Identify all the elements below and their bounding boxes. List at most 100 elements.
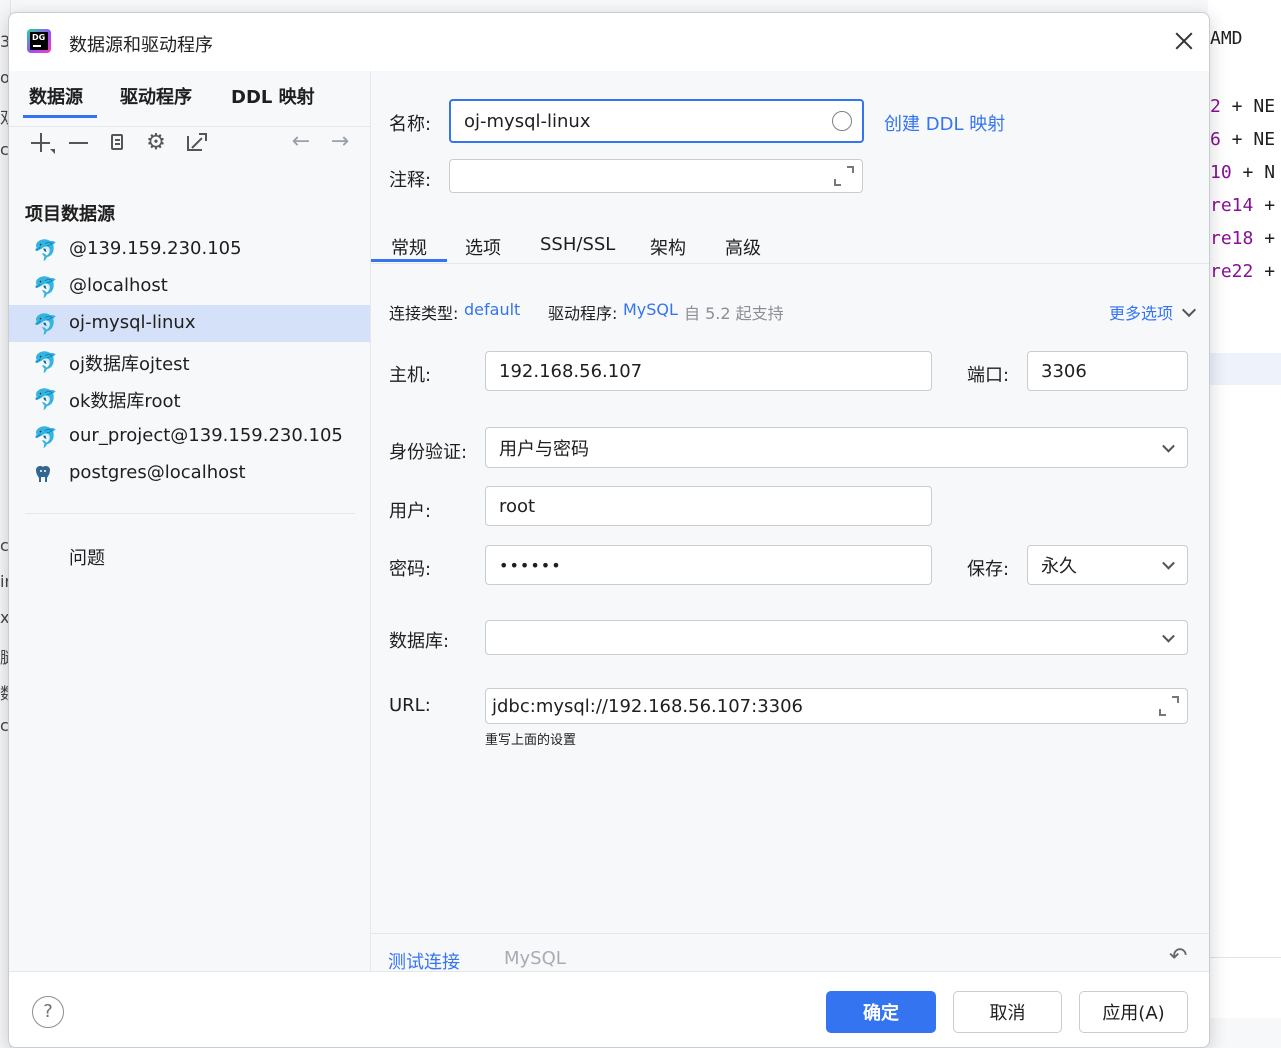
datasource-item[interactable]: postgres@localhost — [9, 455, 370, 492]
database-select[interactable] — [485, 620, 1188, 655]
url-input[interactable]: jdbc:mysql://192.168.56.107:3306 — [485, 688, 1188, 724]
external-link-icon[interactable] — [184, 131, 208, 155]
port-input-value: 3306 — [1041, 360, 1087, 382]
driver-dropdown[interactable]: MySQL — [623, 300, 678, 319]
datagrip-app-icon: DG — [27, 29, 51, 53]
back-arrow-icon[interactable]: ← — [289, 131, 313, 155]
datasource-label: oj-mysql-linux — [69, 312, 196, 333]
dialog-footer: ? 确定 取消 应用(A) — [9, 971, 1209, 1047]
host-label: 主机: — [389, 365, 432, 386]
background-code-line: re14 + — [1210, 195, 1276, 216]
password-label: 密码: — [389, 559, 432, 580]
tab-ssh-ssl[interactable]: SSH/SSL — [540, 234, 615, 255]
background-code-line: 10 + N — [1210, 162, 1276, 183]
url-input-value: jdbc:mysql://192.168.56.107:3306 — [492, 695, 804, 717]
close-icon[interactable] — [1173, 30, 1195, 52]
mysql-dolphin-icon: 🐬 — [33, 425, 58, 449]
mysql-dolphin-icon: 🐬 — [33, 350, 58, 374]
mysql-dolphin-icon: 🐬 — [33, 275, 58, 299]
datasource-label: @localhost — [69, 275, 168, 296]
datasource-item[interactable]: 🐬 @139.159.230.105 — [9, 231, 370, 268]
apply-button[interactable]: 应用(A) — [1079, 991, 1188, 1033]
datasource-item[interactable]: 🐬 oj数据库ojtest — [9, 343, 370, 380]
datasource-item[interactable]: 🐬 ok数据库root — [9, 380, 370, 417]
host-input[interactable]: 192.168.56.107 — [485, 351, 932, 391]
tab-options[interactable]: 选项 — [465, 234, 501, 260]
remove-icon[interactable] — [67, 131, 91, 155]
user-input-value: root — [499, 495, 536, 517]
copy-icon[interactable] — [106, 131, 130, 155]
comment-input[interactable] — [449, 159, 863, 193]
datasource-label: oj数据库ojtest — [69, 354, 190, 375]
background-code-line: re18 + — [1210, 228, 1276, 249]
chevron-down-icon — [1162, 439, 1175, 453]
datasource-label: @139.159.230.105 — [69, 238, 242, 259]
password-input[interactable]: •••••• — [485, 545, 932, 585]
comment-label: 注释: — [389, 170, 432, 191]
datasource-item[interactable]: 🐬 @localhost — [9, 268, 370, 305]
auth-select-value: 用户与密码 — [499, 438, 589, 460]
help-icon[interactable]: ? — [32, 996, 64, 1028]
mysql-dolphin-icon: 🐬 — [33, 238, 58, 262]
tab-data-sources[interactable]: 数据源 — [23, 83, 97, 118]
save-label: 保存: — [967, 559, 1010, 580]
test-strip-divider — [371, 933, 1209, 934]
tabs-divider — [371, 263, 1209, 264]
mysql-dolphin-icon: 🐬 — [33, 387, 58, 411]
port-input[interactable]: 3306 — [1027, 351, 1188, 391]
add-icon[interactable] — [29, 131, 55, 155]
tab-ddl-mappings[interactable]: DDL 映射 — [231, 83, 315, 109]
driver-version-note: 自 5.2 起支持 — [684, 304, 784, 323]
background-code-line: re22 + — [1210, 261, 1276, 282]
active-tab-indicator — [371, 259, 447, 262]
problems-item[interactable]: 问题 — [69, 544, 105, 570]
color-circle-icon[interactable] — [832, 111, 852, 131]
save-select[interactable]: 永久 — [1027, 545, 1188, 585]
create-ddl-mapping-link[interactable]: 创建 DDL 映射 — [884, 110, 1005, 136]
background-separator — [1208, 957, 1281, 958]
forward-arrow-icon[interactable]: → — [328, 131, 352, 155]
undo-icon[interactable]: ↶ — [1169, 946, 1191, 968]
app-icon-text: DG — [30, 32, 48, 50]
background-status-strip — [1208, 1018, 1281, 1048]
chevron-down-icon — [1162, 556, 1175, 570]
expand-icon[interactable] — [1159, 696, 1179, 716]
data-sources-dialog: DG 数据源和驱动程序 数据源 驱动程序 DDL 映射 ⚙ ← → 项目数据源 … — [8, 12, 1210, 1048]
background-line-highlight — [1208, 353, 1281, 385]
more-options-label: 更多选项 — [1109, 304, 1174, 323]
name-input[interactable]: oj-mysql-linux — [449, 99, 864, 143]
background-code-line: 2 + NE — [1210, 96, 1276, 117]
database-label: 数据库: — [389, 631, 450, 652]
datasource-item-selected[interactable]: 🐬 oj-mysql-linux — [9, 305, 370, 342]
ok-button[interactable]: 确定 — [826, 991, 936, 1033]
user-label: 用户: — [389, 501, 432, 522]
dialog-titlebar: DG 数据源和驱动程序 — [9, 13, 1209, 71]
driver-label: 驱动程序: — [548, 304, 618, 323]
dialog-title: 数据源和驱动程序 — [69, 35, 213, 56]
connection-type-dropdown[interactable]: default — [464, 300, 520, 319]
tab-drivers[interactable]: 驱动程序 — [120, 83, 192, 109]
gear-icon[interactable]: ⚙ — [144, 131, 168, 155]
chevron-down-icon — [1182, 302, 1197, 318]
left-panel: 数据源 驱动程序 DDL 映射 ⚙ ← → 项目数据源 🐬 @139.159.2… — [9, 71, 371, 971]
expand-icon[interactable] — [834, 166, 854, 186]
chevron-down-icon — [1162, 629, 1175, 643]
left-tabs-divider — [9, 126, 370, 127]
tab-general[interactable]: 常规 — [391, 234, 427, 260]
auth-select[interactable]: 用户与密码 — [485, 427, 1188, 468]
left-divider — [25, 513, 355, 514]
tab-schemas[interactable]: 架构 — [650, 234, 686, 260]
cancel-button[interactable]: 取消 — [953, 991, 1062, 1033]
datasource-item[interactable]: 🐬 our_project@139.159.230.105 — [9, 418, 370, 455]
more-options-link[interactable]: 更多选项 — [1109, 300, 1197, 324]
datasource-label: our_project@139.159.230.105 — [69, 425, 343, 446]
postgres-elephant-icon — [33, 464, 55, 484]
auth-label: 身份验证: — [389, 442, 468, 463]
user-input[interactable]: root — [485, 486, 932, 526]
name-input-value: oj-mysql-linux — [464, 110, 591, 132]
datasource-label: postgres@localhost — [69, 462, 246, 483]
tab-advanced[interactable]: 高级 — [725, 234, 761, 260]
background-code-line: 6 + NE — [1210, 129, 1276, 150]
save-select-value: 永久 — [1041, 556, 1077, 577]
name-label: 名称: — [389, 114, 432, 135]
